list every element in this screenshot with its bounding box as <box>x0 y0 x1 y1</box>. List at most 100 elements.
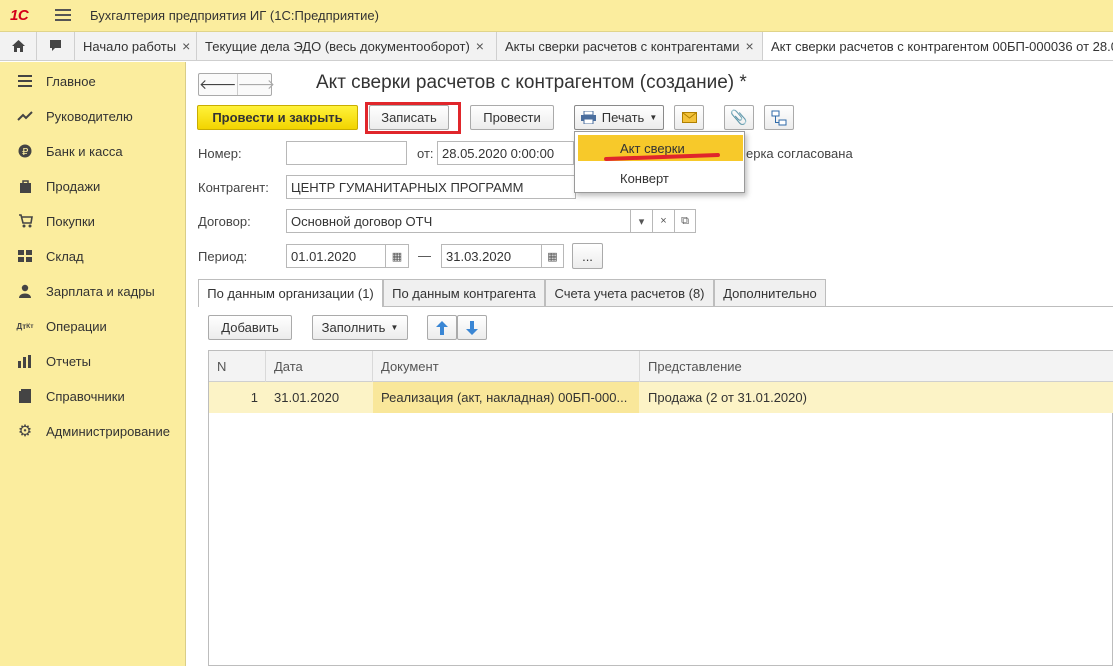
app-logo[interactable]: 1С <box>10 7 29 24</box>
print-menu: Акт сверки Конверт <box>574 131 745 193</box>
sidebar-item-sales[interactable]: Продажи <box>0 171 186 201</box>
column-header-n[interactable]: N <box>209 351 266 382</box>
fill-button-label: Заполнить <box>321 320 386 335</box>
clear-icon[interactable]: × <box>652 209 675 233</box>
book-icon <box>16 387 34 405</box>
period-to-field[interactable]: 31.03.2020 <box>441 244 542 268</box>
sidebar-item-payroll[interactable]: Зарплата и кадры <box>0 276 186 306</box>
tab-label: Акт сверки расчетов с контрагентом 00БП-… <box>771 38 1113 54</box>
chevron-down-icon: ▼ <box>390 323 399 332</box>
post-and-close-button[interactable]: Провести и закрыть <box>197 105 358 130</box>
sidebar-item-label: Администрирование <box>46 423 170 439</box>
add-button[interactable]: Добавить <box>208 315 292 340</box>
list-icon <box>16 72 34 90</box>
app-title: Бухгалтерия предприятия ИГ (1С:Предприят… <box>90 8 379 23</box>
period-from-field[interactable]: 01.01.2020 <box>286 244 386 268</box>
menu-item-envelope[interactable]: Конверт <box>578 165 743 191</box>
agreed-label[interactable]: ерка согласована <box>746 146 853 161</box>
chevron-down-icon: ▼ <box>649 113 658 122</box>
sidebar-item-main[interactable]: Главное <box>0 66 186 96</box>
sidebar-item-label: Операции <box>46 318 107 334</box>
tab-label: Начало работы <box>83 38 177 54</box>
tab-start[interactable]: Начало работы × <box>75 32 197 60</box>
tab-edo[interactable]: Текущие дела ЭДО (весь документооборот) × <box>197 32 497 60</box>
sidebar-item-administration[interactable]: ⚙ Администрирование <box>0 416 186 446</box>
gear-icon: ⚙ <box>17 423 33 440</box>
close-icon[interactable]: × <box>182 38 190 54</box>
contract-field[interactable]: Основной договор ОТЧ <box>286 209 631 233</box>
tab-accounts[interactable]: Счета учета расчетов (8) <box>545 279 714 306</box>
person-icon <box>16 282 34 300</box>
sidebar-item-reports[interactable]: Отчеты <box>0 346 186 376</box>
envelope-icon <box>681 112 697 123</box>
print-button[interactable]: Печать ▼ <box>574 105 664 130</box>
calendar-icon[interactable]: ▦ <box>541 244 564 268</box>
move-up-button[interactable] <box>427 315 457 340</box>
move-down-button[interactable] <box>457 315 487 340</box>
number-field[interactable] <box>286 141 407 165</box>
sidebar: Главное Руководителю ₽ Банк и касса Прод… <box>0 62 186 666</box>
dropdown-icon[interactable]: ▾ <box>630 209 653 233</box>
open-icon[interactable]: ⧉ <box>674 209 696 233</box>
column-header-representation[interactable]: Представление <box>640 351 1113 382</box>
email-button[interactable] <box>674 105 704 130</box>
sidebar-item-label: Руководителю <box>46 108 133 124</box>
period-label: Период: <box>198 249 248 264</box>
tab-label: Текущие дела ЭДО (весь документооборот) <box>205 38 470 54</box>
highlight-frame <box>365 102 461 134</box>
sidebar-item-purchases[interactable]: Покупки <box>0 206 186 236</box>
date-field[interactable]: 28.05.2020 0:00:00 <box>437 141 574 165</box>
sidebar-item-operations[interactable]: Дт Кт Операции <box>0 311 186 341</box>
sidebar-item-label: Зарплата и кадры <box>46 283 155 299</box>
paperclip-icon: 📎 <box>730 109 748 125</box>
close-icon[interactable]: × <box>746 38 754 54</box>
hierarchy-icon <box>771 110 787 125</box>
sidebar-item-directories[interactable]: Справочники <box>0 381 186 411</box>
sidebar-item-label: Продажи <box>46 178 101 194</box>
period-dash: — <box>418 248 431 263</box>
tab-organization-data[interactable]: По данным организации (1) <box>198 279 383 307</box>
dt-kt-icon: Дт Кт <box>16 321 34 331</box>
sidebar-item-label: Банк и касса <box>46 143 123 159</box>
counterparty-field[interactable]: ЦЕНТР ГУМАНИТАРНЫХ ПРОГРАММ <box>286 175 576 199</box>
column-header-document[interactable]: Документ <box>373 351 640 382</box>
calendar-icon[interactable]: ▦ <box>385 244 409 268</box>
svg-text:₽: ₽ <box>22 147 29 158</box>
structure-button[interactable] <box>764 105 794 130</box>
tab-reconciliation-list[interactable]: Акты сверки расчетов с контрагентами × <box>497 32 763 60</box>
bar-chart-icon <box>16 352 34 370</box>
table-row[interactable]: 1 31.01.2020 Реализация (акт, накладная)… <box>209 382 1113 413</box>
post-button[interactable]: Провести <box>470 105 554 130</box>
page-title: Акт сверки расчетов с контрагентом (созд… <box>316 72 747 93</box>
cell-n: 1 <box>250 390 258 405</box>
sidebar-item-label: Главное <box>46 73 96 89</box>
sidebar-item-label: Справочники <box>46 388 125 404</box>
cell-date: 31.01.2020 <box>274 390 340 405</box>
sidebar-item-management[interactable]: Руководителю <box>0 101 186 131</box>
fill-button[interactable]: Заполнить ▼ <box>312 315 408 340</box>
period-select-button[interactable]: ... <box>572 243 603 269</box>
column-header-date[interactable]: Дата <box>266 351 373 382</box>
cell-representation: Продажа (2 от 31.01.2020) <box>648 390 807 405</box>
tab-reconciliation-act[interactable]: Акт сверки расчетов с контрагентом 00БП-… <box>763 32 1113 60</box>
chat-button[interactable] <box>37 32 75 60</box>
arrow-up-icon <box>436 320 448 335</box>
back-arrow-icon[interactable]: 🡐 <box>199 74 238 95</box>
tab-counterparty-data[interactable]: По данным контрагента <box>383 279 545 306</box>
counterparty-label: Контрагент: <box>198 180 269 195</box>
sidebar-item-warehouse[interactable]: Склад <box>0 241 186 271</box>
bag-icon <box>16 177 34 195</box>
close-icon[interactable]: × <box>476 38 484 54</box>
tab-label: Акты сверки расчетов с контрагентами <box>505 38 740 54</box>
sidebar-item-bank[interactable]: ₽ Банк и касса <box>0 136 186 166</box>
tab-additional[interactable]: Дополнительно <box>714 279 826 306</box>
attach-button[interactable]: 📎 <box>724 105 754 130</box>
cell-document[interactable]: Реализация (акт, накладная) 00БП-000... <box>373 382 639 413</box>
home-button[interactable] <box>0 32 37 60</box>
sidebar-item-label: Отчеты <box>46 353 91 369</box>
menu-icon[interactable] <box>55 9 71 22</box>
forward-arrow-icon[interactable]: 🡒 <box>238 74 276 95</box>
sidebar-item-label: Склад <box>46 248 84 264</box>
warehouse-icon <box>16 247 34 265</box>
chat-icon <box>50 40 61 51</box>
